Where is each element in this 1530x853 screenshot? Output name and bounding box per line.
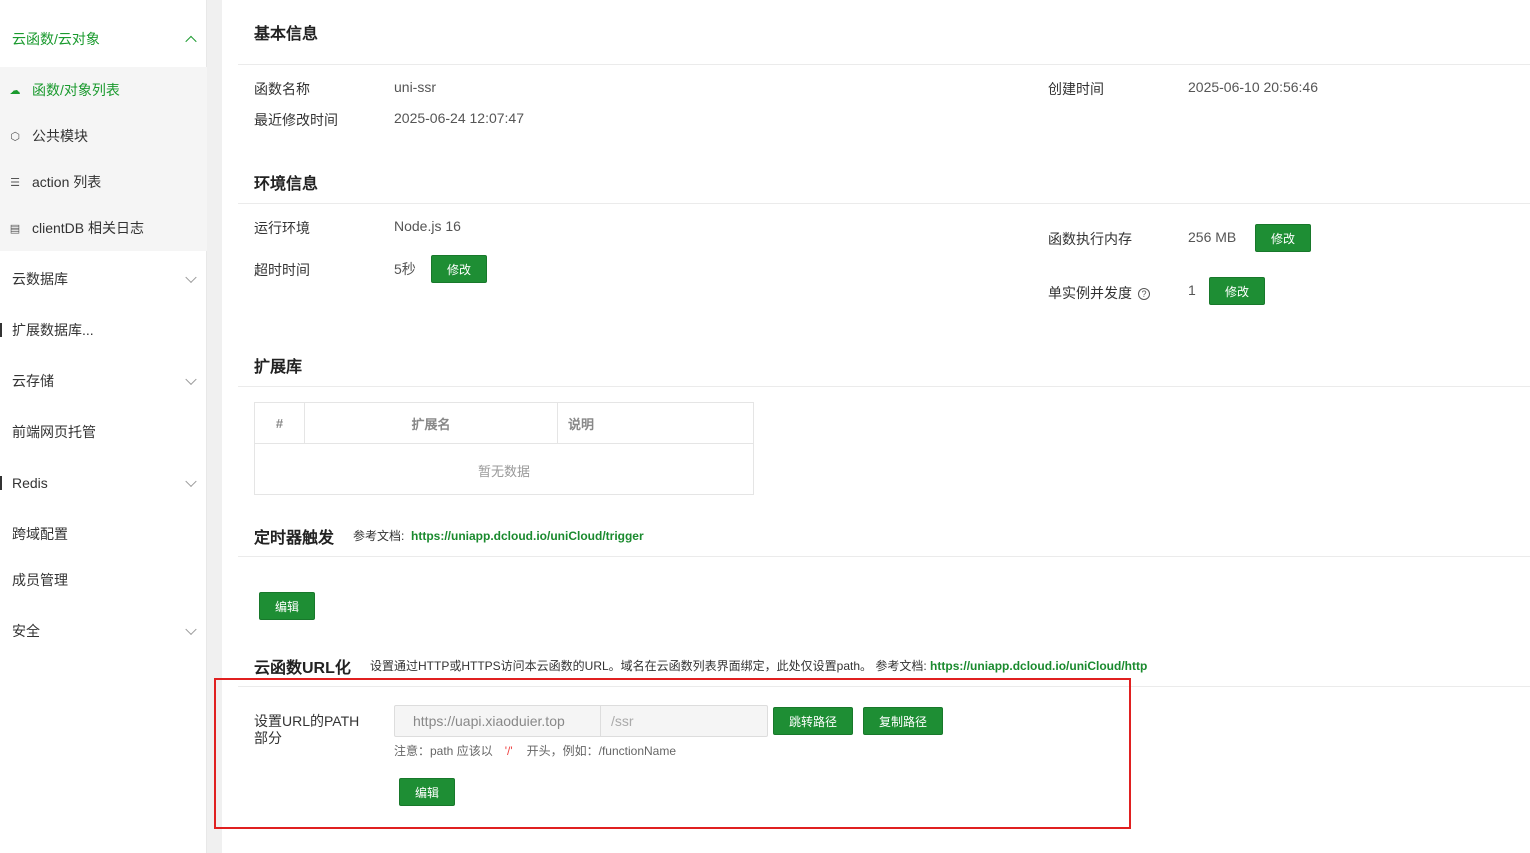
sidebar-item-cloud-storage[interactable]: 云存储 (0, 358, 207, 404)
col-index: # (275, 416, 284, 431)
sidebar-item-label: 跨域配置 (12, 526, 68, 542)
nav-group-label: 云函数/云对象 (12, 31, 100, 47)
sidebar-item-web-hosting[interactable]: 前端网页托管 (0, 409, 207, 455)
timeout-label: 超时时间 (254, 262, 310, 278)
created-value: 2025-06-10 20:56:46 (1188, 79, 1318, 95)
list-icon: ☰ (10, 176, 20, 189)
concurrency-label-text: 单实例并发度 (1048, 285, 1132, 301)
section-title-url: 云函数URL化 (254, 660, 351, 677)
edit-memory-button[interactable]: 修改 (1255, 224, 1311, 252)
sidebar: 云函数/云对象 ☁ 函数/对象列表 ⬡ 公共模块 ☰ action 列表 ▤ c… (0, 0, 207, 853)
url-doc-link[interactable]: https://uniapp.dcloud.io/uniCloud/http (930, 659, 1147, 673)
sidebar-item-label: 云存储 (12, 373, 54, 389)
sidebar-item-ext-database[interactable]: 扩展数据库... (0, 307, 207, 353)
sidebar-item-clientdb-logs[interactable]: ▤ clientDB 相关日志 (0, 205, 207, 251)
trigger-doc-note: 参考文档: https://uniapp.dcloud.io/uniCloud/… (353, 527, 644, 544)
trigger-doc-link[interactable]: https://uniapp.dcloud.io/uniCloud/trigge… (411, 529, 644, 543)
url-doc-note: 设置通过HTTP或HTTPS访问本云函数的URL。域名在云函数列表界面绑定，此处… (370, 657, 1147, 674)
concurrency-value: 1 (1188, 282, 1196, 298)
nav-group-cloud-functions[interactable]: 云函数/云对象 (0, 16, 207, 62)
sidebar-item-security[interactable]: 安全 (0, 608, 207, 654)
divider (238, 64, 1530, 65)
sidebar-item-label: Redis (12, 475, 48, 491)
chevron-down-icon (185, 475, 197, 488)
created-label: 创建时间 (1048, 81, 1104, 97)
highlight-box (214, 678, 1131, 829)
section-title-env: 环境信息 (254, 176, 319, 193)
runtime-label: 运行环境 (254, 220, 310, 236)
section-title-trigger: 定时器触发 (254, 530, 335, 547)
timeout-value: 5秒 (394, 261, 416, 277)
sidebar-item-action-list[interactable]: ☰ action 列表 (0, 159, 207, 205)
sidebar-item-label: 成员管理 (12, 572, 68, 588)
active-marker (0, 476, 2, 490)
sidebar-item-label: clientDB 相关日志 (32, 220, 145, 236)
log-icon: ▤ (9, 222, 21, 235)
modified-value: 2025-06-24 12:07:47 (394, 110, 524, 126)
section-title-basic: 基本信息 (254, 26, 319, 43)
fn-name-value: uni-ssr (394, 79, 437, 95)
table-empty-text: 暂无数据 (477, 463, 530, 479)
sidebar-item-label: 扩展数据库... (12, 322, 94, 338)
sidebar-item-function-list[interactable]: ☁ 函数/对象列表 (0, 67, 207, 113)
url-desc: 设置通过HTTP或HTTPS访问本云函数的URL。域名在云函数列表界面绑定，此处… (370, 659, 927, 673)
divider (238, 203, 1530, 204)
sidebar-item-cloud-database[interactable]: 云数据库 (0, 256, 207, 302)
sidebar-item-label: 函数/对象列表 (32, 82, 120, 98)
sidebar-item-label: action 列表 (32, 174, 102, 190)
edit-timeout-button[interactable]: 修改 (431, 255, 487, 283)
concurrency-label: 单实例并发度? (1048, 283, 1150, 303)
edit-concurrency-button[interactable]: 修改 (1209, 277, 1265, 305)
chevron-down-icon (185, 623, 197, 636)
sidebar-item-members[interactable]: 成员管理 (0, 557, 207, 603)
memory-value: 256 MB (1188, 229, 1237, 245)
sidebar-item-redis[interactable]: Redis (0, 460, 207, 506)
cloud-icon: ☁ (9, 84, 21, 97)
sidebar-item-label: 云数据库 (12, 271, 68, 287)
doc-prefix: 参考文档: (353, 529, 405, 543)
divider (238, 556, 1530, 557)
divider (238, 386, 1530, 387)
col-description: 说明 (568, 417, 595, 432)
col-ext-name: 扩展名 (411, 417, 451, 432)
section-title-ext: 扩展库 (254, 359, 303, 376)
fn-name-label: 函数名称 (254, 81, 310, 97)
col-divider (557, 403, 558, 444)
chevron-down-icon (185, 271, 197, 284)
sidebar-item-label: 前端网页托管 (12, 424, 96, 440)
chevron-down-icon (185, 373, 197, 386)
sidebar-item-cors[interactable]: 跨域配置 (0, 511, 207, 557)
help-circle-icon[interactable]: ? (1138, 288, 1150, 300)
chevron-up-icon (185, 35, 197, 48)
submenu-cloud-functions: ☁ 函数/对象列表 ⬡ 公共模块 ☰ action 列表 ▤ clientDB … (0, 67, 207, 251)
table-header: # 扩展名 说明 (255, 403, 753, 444)
modified-label: 最近修改时间 (254, 112, 338, 128)
sidebar-item-common-modules[interactable]: ⬡ 公共模块 (0, 113, 207, 159)
active-marker (0, 323, 2, 337)
memory-label: 函数执行内存 (1048, 231, 1132, 247)
cube-icon: ⬡ (10, 130, 20, 143)
sidebar-item-label: 安全 (12, 623, 40, 639)
extension-table: # 扩展名 说明 暂无数据 (254, 402, 754, 495)
runtime-value: Node.js 16 (394, 218, 461, 234)
sidebar-item-label: 公共模块 (32, 128, 88, 144)
edit-trigger-button[interactable]: 编辑 (259, 592, 315, 620)
